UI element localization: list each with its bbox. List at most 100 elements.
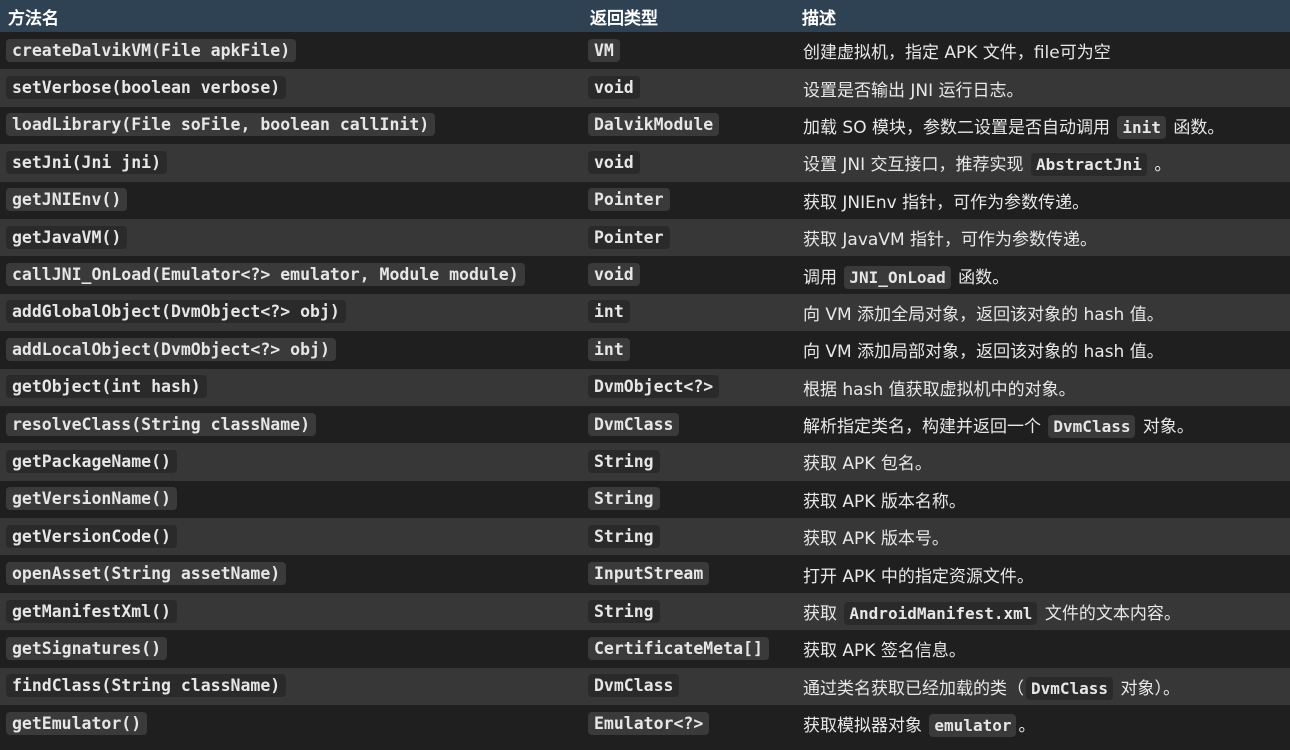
method-name: getJavaVM() (6, 225, 128, 249)
method-cell: findClass(String className) (0, 668, 582, 705)
method-cell: getManifestXml() (0, 593, 582, 630)
description-text: 获取 (803, 604, 843, 625)
inline-code: emulator (929, 714, 1017, 738)
table-row: addGlobalObject(DvmObject<?> obj) int 向 VM… (0, 293, 1290, 332)
description-text: 创建虚拟机，指定 APK 文件，file可为空 (803, 43, 1111, 64)
method-cell: callJNI_OnLoad(Emulator<?> emulator, Mod… (0, 256, 582, 293)
description-text: 向 VM 添加全局对象，返回该对象的 hash 值。 (803, 304, 1164, 325)
description-text: 打开 APK 中的指定资源文件。 (803, 566, 1034, 587)
table-body: createDalvikVM(File apkFile) VM 创建虚拟机，指定 A… (0, 32, 1290, 743)
method-name: resolveClass(String className) (6, 412, 317, 436)
description-cell: 设置 JNI 交互接口，推荐实现 AbstractJni 。 (794, 144, 1290, 181)
table-row: resolveClass(String className) DvmClass 解析… (0, 405, 1290, 444)
method-name: setVerbose(boolean verbose) (6, 76, 287, 100)
return-type: String (588, 524, 660, 548)
description-text: 对象）。 (1115, 678, 1180, 699)
return-type: String (588, 487, 660, 511)
method-cell: getSignatures() (0, 630, 582, 667)
table-row: findClass(String className) DvmClass 通过类名获… (0, 667, 1290, 706)
method-cell: createDalvikVM(File apkFile) (0, 32, 582, 69)
return-type-cell: int (582, 294, 794, 331)
return-type-cell: Emulator<?> (582, 705, 794, 742)
table-row: getSignatures() CertificateMeta[] 获取 APK 签… (0, 630, 1290, 668)
method-name: getVersionCode() (6, 524, 177, 548)
header-method: 方法名 (8, 8, 59, 29)
description-text: 获取 APK 版本名称。 (803, 491, 966, 512)
method-cell: openAsset(String assetName) (0, 555, 582, 592)
description-cell: 向 VM 添加全局对象，返回该对象的 hash 值。 (794, 294, 1290, 331)
method-cell: loadLibrary(File soFile, boolean callIni… (0, 107, 582, 144)
method-name: addGlobalObject(DvmObject<?> obj) (6, 300, 346, 324)
return-type: DalvikModule (588, 113, 720, 137)
table-row: setJni(Jni jni) void 设置 JNI 交互接口，推荐实现 Abst… (0, 144, 1290, 182)
description-cell: 获取 JNIEnv 指针，可作为参数传递。 (794, 182, 1290, 219)
header-description: 描述 (802, 8, 836, 29)
method-cell: setJni(Jni jni) (0, 144, 582, 181)
inline-code: DvmClass (1048, 415, 1136, 439)
description-cell: 获取 APK 版本号。 (794, 518, 1290, 555)
return-type: DvmObject<?> (588, 375, 720, 399)
inline-code: JNI_OnLoad (844, 265, 951, 289)
method-name: callJNI_OnLoad(Emulator<?> emulator, Mod… (6, 263, 525, 287)
description-text: 获取 APK 版本号。 (803, 529, 949, 550)
description-text: 获取 JNIEnv 指针，可作为参数传递。 (803, 192, 1090, 213)
description-cell: 获取 APK 版本名称。 (794, 481, 1290, 518)
return-type: DvmClass (588, 674, 680, 698)
return-type-cell: String (582, 481, 794, 518)
method-name: getJNIEnv() (6, 188, 128, 212)
inline-code: DvmClass (1026, 676, 1114, 700)
return-type: DvmClass (588, 412, 680, 436)
table-row: getVersionCode() String 获取 APK 版本号。 (0, 518, 1290, 556)
method-cell: addGlobalObject(DvmObject<?> obj) (0, 294, 582, 331)
return-type-cell: DvmClass (582, 668, 794, 705)
table-row: addLocalObject(DvmObject<?> obj) int 向 VM … (0, 331, 1290, 369)
description-text: 通过类名获取已经加载的类（ (803, 678, 1024, 699)
method-cell: getVersionCode() (0, 518, 582, 555)
header-return-type: 返回类型 (590, 8, 658, 29)
description-cell: 获取 APK 签名信息。 (794, 630, 1290, 667)
method-cell: addLocalObject(DvmObject<?> obj) (0, 331, 582, 368)
inline-code: AbstractJni (1030, 153, 1147, 177)
return-type: Pointer (588, 225, 670, 249)
table-header: 方法名 返回类型 描述 (0, 0, 1290, 32)
method-cell: getJavaVM() (0, 219, 582, 256)
method-name: getPackageName() (6, 449, 177, 473)
description-text: 调用 (803, 267, 843, 288)
return-type: void (588, 76, 640, 100)
table-row: getJavaVM() Pointer 获取 JavaVM 指针，可作为参数传递。 (0, 218, 1290, 257)
description-cell: 解析指定类名，构建并返回一个 DvmClass 对象。 (794, 406, 1290, 443)
description-text: 设置 JNI 交互接口，推荐实现 (803, 155, 1029, 176)
description-text: 对象。 (1137, 417, 1194, 438)
method-cell: resolveClass(String className) (0, 406, 582, 443)
description-cell: 根据 hash 值获取虚拟机中的对象。 (794, 369, 1290, 406)
description-cell: 获取 JavaVM 指针，可作为参数传递。 (794, 219, 1290, 256)
table-row: getEmulator() Emulator<?> 获取模拟器对象 emulator… (0, 705, 1290, 743)
return-type-cell: CertificateMeta[] (582, 630, 794, 667)
return-type: String (588, 449, 660, 473)
description-cell: 设置是否输出 JNI 运行日志。 (794, 69, 1290, 106)
method-cell: getObject(int hash) (0, 369, 582, 406)
table-row: callJNI_OnLoad(Emulator<?> emulator, Mod… (0, 256, 1290, 294)
description-text: 加载 SO 模块，参数二设置是否自动调用 (803, 117, 1116, 138)
description-text: 函数。 (952, 267, 1010, 288)
description-text: 函数。 (1167, 117, 1225, 138)
method-name: getSignatures() (6, 636, 168, 660)
description-cell: 调用 JNI_OnLoad 函数。 (794, 256, 1290, 293)
return-type: CertificateMeta[] (588, 636, 769, 660)
return-type-cell: DvmObject<?> (582, 369, 794, 406)
description-cell: 打开 APK 中的指定资源文件。 (794, 555, 1290, 592)
return-type: String (588, 599, 660, 623)
return-type-cell: String (582, 593, 794, 630)
inline-code: init (1117, 115, 1166, 139)
return-type-cell: DvmClass (582, 406, 794, 443)
method-name: loadLibrary(File soFile, boolean callIni… (6, 113, 436, 137)
table-row: getVersionName() String 获取 APK 版本名称。 (0, 480, 1290, 519)
return-type: void (588, 150, 640, 174)
return-type-cell: String (582, 518, 794, 555)
api-method-table: 方法名 返回类型 描述 createDalvikVM(File apkFile)… (0, 0, 1290, 743)
description-text: 。 (1018, 716, 1036, 737)
description-cell: 向 VM 添加局部对象，返回该对象的 hash 值。 (794, 331, 1290, 368)
description-cell: 创建虚拟机，指定 APK 文件，file可为空 (794, 32, 1290, 69)
table-row: getManifestXml() String 获取 AndroidManifest… (0, 592, 1290, 631)
description-text: 设置是否输出 JNI 运行日志。 (803, 80, 1024, 101)
